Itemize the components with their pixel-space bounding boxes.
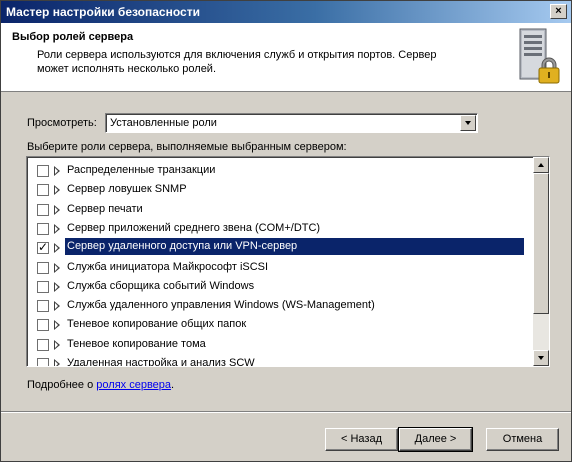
footer-separator xyxy=(1,411,571,413)
roles-list-label: Выберите роли сервера, выполняемые выбра… xyxy=(27,141,347,153)
expand-arrow-icon[interactable] xyxy=(54,320,60,331)
scroll-down-icon xyxy=(538,356,544,360)
role-checkbox[interactable] xyxy=(37,319,49,332)
server-roles-link[interactable]: ролях сервера xyxy=(96,379,171,391)
wizard-window: Мастер настройки безопасности × Выбор ро… xyxy=(0,0,572,462)
page-description: Роли сервера используются для включения … xyxy=(37,49,437,75)
wizard-header: Выбор ролей сервера Роли сервера использ… xyxy=(1,23,571,92)
role-checkbox[interactable] xyxy=(37,184,49,197)
role-label: Сервер печати xyxy=(67,202,143,215)
title-bar: Мастер настройки безопасности × xyxy=(1,1,571,23)
cancel-button[interactable]: Отмена xyxy=(486,428,559,451)
page-title: Выбор ролей сервера xyxy=(12,31,134,43)
server-lock-icon xyxy=(519,28,560,84)
role-checkbox[interactable] xyxy=(37,338,49,351)
role-label: Сервер удаленного доступа или VPN-сервер xyxy=(65,238,524,256)
role-label: Служба удаленного управления Windows (WS… xyxy=(67,299,375,312)
role-label: Теневое копирование тома xyxy=(67,337,206,350)
roles-scrollbar[interactable] xyxy=(533,157,549,366)
back-button[interactable]: < Назад xyxy=(325,428,398,451)
close-icon: × xyxy=(555,5,562,17)
role-label: Сервер приложений среднего звена (COM+/D… xyxy=(67,221,321,234)
expand-arrow-icon[interactable] xyxy=(54,339,60,350)
role-list-item[interactable]: Служба инициатора Майкрософт iSCSI xyxy=(29,258,531,277)
role-checkbox[interactable] xyxy=(37,240,49,255)
role-list-item[interactable]: Удаленная настройка и анализ SCW xyxy=(29,354,531,367)
role-checkbox[interactable] xyxy=(37,300,49,313)
more-info-prefix: Подробнее о xyxy=(27,379,97,391)
view-dropdown[interactable]: Установленные роли xyxy=(105,113,478,133)
role-label: Служба инициатора Майкрософт iSCSI xyxy=(67,260,269,273)
role-label: Теневое копирование общих папок xyxy=(67,318,247,331)
role-list-item[interactable]: Сервер удаленного доступа или VPN-сервер xyxy=(29,238,531,257)
role-list-item[interactable]: Распределенные транзакции xyxy=(29,161,531,180)
close-button[interactable]: × xyxy=(550,4,567,19)
scroll-up-button[interactable] xyxy=(533,157,549,173)
role-list-item[interactable]: Теневое копирование общих папок xyxy=(29,315,531,334)
dropdown-arrow-button[interactable] xyxy=(460,115,476,131)
role-list-item[interactable]: Служба удаленного управления Windows (WS… xyxy=(29,296,531,315)
expand-arrow-icon[interactable] xyxy=(54,301,60,312)
role-list-item[interactable]: Сервер печати xyxy=(29,200,531,219)
view-label: Просмотреть: xyxy=(27,117,97,129)
chevron-down-icon xyxy=(465,121,471,125)
expand-arrow-icon[interactable] xyxy=(54,223,60,234)
expand-arrow-icon[interactable] xyxy=(54,281,60,292)
role-checkbox[interactable] xyxy=(37,358,49,366)
role-label: Удаленная настройка и анализ SCW xyxy=(67,357,255,367)
role-checkbox[interactable] xyxy=(37,165,49,177)
expand-arrow-icon[interactable] xyxy=(54,243,60,254)
role-list-item[interactable]: Сервер ловушек SNMP xyxy=(29,180,531,199)
expand-arrow-icon[interactable] xyxy=(54,185,60,196)
role-list-item[interactable]: Теневое копирование тома xyxy=(29,335,531,354)
role-checkbox[interactable] xyxy=(37,280,49,293)
expand-arrow-icon[interactable] xyxy=(54,262,60,273)
window-title: Мастер настройки безопасности xyxy=(6,5,200,19)
more-info-text: Подробнее о ролях сервера. xyxy=(27,379,174,391)
more-info-suffix: . xyxy=(171,379,175,391)
role-label: Служба сборщика событий Windows xyxy=(67,279,255,292)
expand-arrow-icon[interactable] xyxy=(54,204,60,215)
role-label: Распределенные транзакции xyxy=(67,164,216,176)
scroll-thumb[interactable] xyxy=(533,173,549,314)
role-label: Сервер ловушек SNMP xyxy=(67,183,187,196)
roles-list[interactable]: Распределенные транзакции Сервер ловушек … xyxy=(26,156,550,367)
role-list-item[interactable]: Сервер приложений среднего звена (COM+/D… xyxy=(29,219,531,238)
role-checkbox[interactable] xyxy=(37,261,49,274)
role-checkbox[interactable] xyxy=(37,203,49,216)
view-dropdown-value: Установленные роли xyxy=(110,117,217,129)
scroll-up-icon xyxy=(538,163,544,167)
role-list-item[interactable]: Служба сборщика событий Windows xyxy=(29,277,531,296)
scroll-down-button[interactable] xyxy=(533,350,549,366)
next-button[interactable]: Далее > xyxy=(398,427,473,452)
role-checkbox[interactable] xyxy=(37,222,49,235)
expand-arrow-icon[interactable] xyxy=(54,359,60,366)
expand-arrow-icon[interactable] xyxy=(54,166,60,176)
